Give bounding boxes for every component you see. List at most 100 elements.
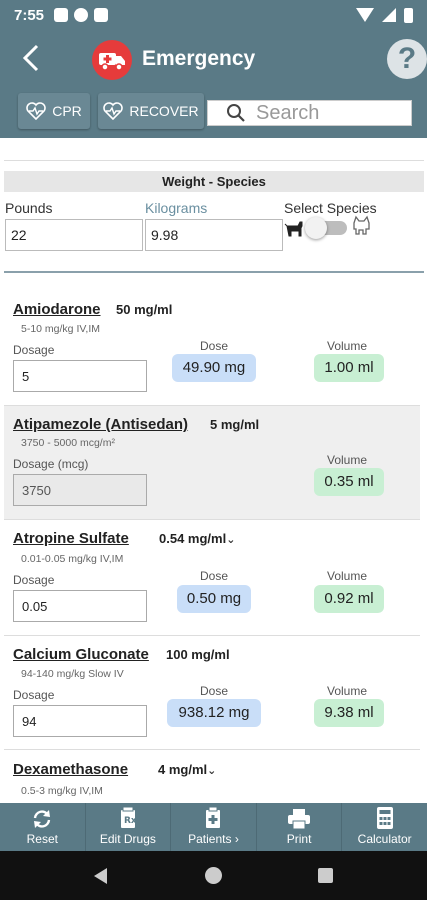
recover-button[interactable]: RECOVER [98, 93, 204, 129]
dosage-label: Dosage [13, 573, 55, 587]
drug-name: Dexamethasone [13, 761, 129, 778]
reset-button[interactable]: Reset [0, 803, 86, 851]
drug-row-atipamezole: Atipamezole (Antisedan) 5 mg/ml 3750 - 5… [4, 406, 420, 520]
nav-recents-icon[interactable] [318, 868, 333, 883]
edit-drugs-label: Edit Drugs [99, 832, 156, 846]
calculator-button[interactable]: Calculator [342, 803, 427, 851]
recover-label: RECOVER [129, 103, 199, 119]
system-nav-bar [0, 851, 427, 900]
nav-back-icon[interactable] [94, 868, 107, 884]
page-title: Emergency [142, 47, 256, 70]
drug-concentration: 0.54 mg/ml [159, 531, 227, 546]
patients-label: Patients › [188, 832, 239, 846]
status-time: 7:55 [14, 6, 45, 24]
prescription-icon: Rx [120, 807, 136, 828]
divider [4, 271, 424, 273]
volume-label: Volume [327, 339, 368, 353]
dosage-field[interactable]: 0.05 [13, 590, 147, 622]
drug-dose-range: 3750 - 5000 mcg/m² [21, 437, 115, 449]
search-icon [227, 104, 245, 122]
refresh-icon [34, 810, 51, 828]
chevron-down-icon: ⌄ [226, 534, 236, 546]
drug-concentration: 4 mg/ml [158, 762, 208, 777]
wifi-icon [356, 8, 374, 22]
volume-value: 9.38 ml [314, 699, 384, 727]
ambulance-icon [92, 40, 132, 80]
notification-icon [54, 8, 69, 22]
drug-dose-range: 0.01-0.05 mg/kg IV,IM [21, 553, 124, 565]
back-button[interactable] [20, 42, 50, 78]
reset-label: Reset [26, 832, 58, 846]
heart-pulse-icon [26, 102, 47, 120]
dose-value: 0.50 mg [177, 585, 251, 613]
chevron-down-icon: ⌄ [207, 765, 217, 777]
edit-drugs-button[interactable]: Rx Edit Drugs [86, 803, 172, 851]
drug-concentration: 5 mg/ml [210, 417, 260, 432]
drug-concentration: 100 mg/ml [166, 647, 230, 662]
kilograms-field[interactable]: 9.98 [145, 219, 283, 251]
search-input[interactable]: Search [207, 100, 412, 126]
volume-value: 0.35 ml [314, 468, 384, 496]
dosage-field[interactable]: 5 [13, 360, 147, 392]
pounds-field[interactable]: 22 [5, 219, 143, 251]
pounds-label: Pounds [5, 200, 53, 216]
toggle-knob [305, 217, 327, 239]
dosage-label: Dosage [13, 343, 55, 357]
battery-icon [404, 7, 413, 23]
status-bar: 7:55 [0, 0, 427, 30]
species-toggle[interactable] [305, 217, 347, 239]
dosage-label: Dosage [13, 688, 55, 702]
drug-row-atropine-sulfate: Atropine Sulfate 0.54 mg/ml⌄ 0.01-0.05 m… [4, 520, 420, 636]
dosage-label: Dosage (mcg) [13, 457, 89, 471]
notification-icon [94, 8, 109, 22]
drug-dose-range: 94-140 mg/kg Slow IV [21, 668, 124, 680]
drug-name: Amiodarone [13, 301, 101, 318]
select-species-label: Select Species [284, 200, 377, 216]
cpr-button[interactable]: CPR [18, 93, 90, 129]
calculator-icon [376, 807, 393, 829]
concentration-dropdown[interactable]: 0.54 mg/ml⌄ [159, 531, 235, 546]
calculator-label: Calculator [357, 832, 412, 846]
notification-icon [74, 8, 89, 22]
drug-dose-range: 0.5-3 mg/kg IV,IM [21, 785, 103, 797]
printer-icon [288, 809, 311, 829]
print-button[interactable]: Print [257, 803, 343, 851]
help-button[interactable]: ? [387, 39, 427, 79]
drug-row-calcium-gluconate: Calcium Gluconate 100 mg/ml 94-140 mg/kg… [4, 636, 420, 750]
patients-button[interactable]: Patients › [171, 803, 257, 851]
clipboard-plus-icon [206, 807, 221, 828]
dosage-field[interactable]: 3750 [13, 474, 147, 506]
dosage-field[interactable]: 94 [13, 705, 147, 737]
drug-name: Calcium Gluconate [13, 646, 149, 663]
drug-name: Atipamezole (Antisedan) [13, 416, 189, 433]
signal-icon [382, 8, 396, 22]
drug-concentration: 50 mg/ml [116, 302, 173, 317]
dose-value: 938.12 mg [167, 699, 261, 727]
concentration-dropdown[interactable]: 4 mg/ml⌄ [158, 762, 216, 777]
volume-value: 0.92 ml [314, 585, 384, 613]
dose-value: 49.90 mg [172, 354, 256, 382]
dose-label: Dose [200, 684, 229, 698]
bottom-toolbar: Reset Rx Edit Drugs Patients › Print Cal… [0, 803, 427, 851]
svg-text:Rx: Rx [124, 816, 136, 826]
volume-label: Volume [327, 569, 368, 583]
drug-name: Atropine Sulfate [13, 530, 129, 547]
chevron-left-icon [22, 44, 39, 72]
print-label: Print [286, 832, 312, 846]
dose-label: Dose [200, 339, 229, 353]
search-placeholder: Search [256, 101, 320, 124]
drug-row-dexamethasone: Dexamethasone 4 mg/ml⌄ 0.5-3 mg/kg IV,IM [4, 750, 420, 803]
app-header: Emergency ? CPR RECOVER Search [0, 30, 427, 138]
cat-icon [353, 215, 370, 235]
nav-home-icon[interactable] [205, 867, 222, 884]
kilograms-label: Kilograms [145, 200, 208, 216]
dose-label: Dose [200, 569, 229, 583]
drug-dose-range: 5-10 mg/kg IV,IM [21, 323, 100, 335]
weight-species-heading: Weight - Species [4, 171, 424, 192]
volume-label: Volume [327, 453, 368, 467]
dog-icon [284, 221, 303, 237]
heart-pulse-icon [103, 102, 124, 120]
cpr-label: CPR [52, 103, 82, 119]
drug-row-amiodarone: Amiodarone 50 mg/ml 5-10 mg/kg IV,IM Dos… [4, 290, 420, 406]
volume-label: Volume [327, 684, 368, 698]
